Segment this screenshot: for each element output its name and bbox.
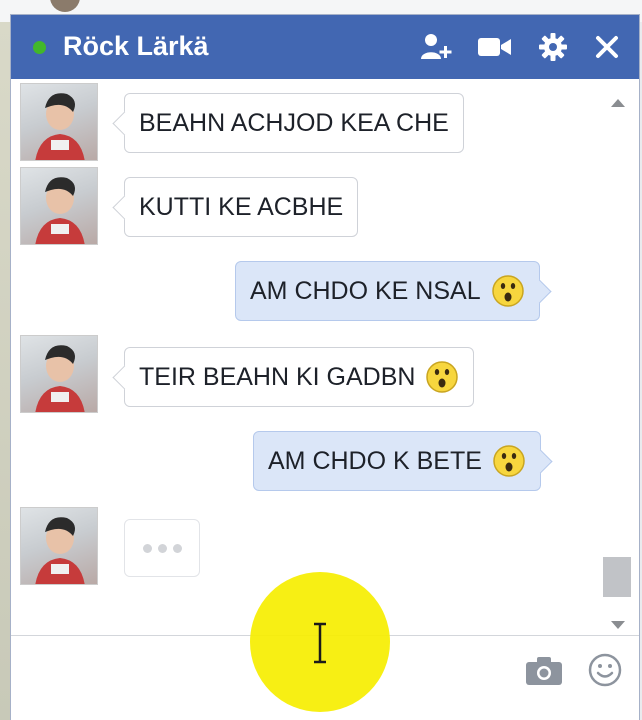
surprised-emoji-icon <box>493 445 525 477</box>
scroll-down-arrow-icon[interactable] <box>611 621 625 629</box>
sender-avatar[interactable] <box>20 335 98 413</box>
message-list[interactable]: BEAHN ACHJOD KEA CHE KUTTI KE ACBHE AM C… <box>11 79 639 635</box>
surprised-emoji-icon <box>491 275 524 307</box>
smiley-icon[interactable] <box>587 652 623 693</box>
message-text: BEAHN ACHJOD KEA CHE <box>139 108 449 137</box>
outgoing-message[interactable]: AM CHDO KE NSAL <box>235 261 540 321</box>
typing-dot <box>172 543 182 553</box>
online-status-icon <box>33 41 46 54</box>
message-text: AM CHDO KE NSAL <box>250 276 481 305</box>
incoming-message[interactable]: KUTTI KE ACBHE <box>124 177 359 237</box>
background-avatar <box>50 0 80 12</box>
typing-indicator <box>124 519 200 577</box>
message-text: TEIR BEAHN KI GADBN <box>139 362 416 391</box>
add-friend-icon[interactable] <box>419 29 455 65</box>
surprised-emoji-icon <box>426 361 459 393</box>
video-call-icon[interactable] <box>477 29 513 65</box>
chat-title[interactable]: Röck Lärkä <box>63 31 209 62</box>
sender-avatar[interactable] <box>20 507 98 585</box>
message-text: KUTTI KE ACBHE <box>139 192 344 221</box>
typing-dot <box>157 543 167 553</box>
sender-avatar[interactable] <box>20 167 98 245</box>
scroll-up-arrow-icon[interactable] <box>611 99 625 107</box>
incoming-message[interactable]: TEIR BEAHN KI GADBN <box>124 347 475 407</box>
scrollbar-thumb[interactable] <box>603 557 631 597</box>
text-cursor-icon <box>314 622 326 664</box>
message-scrollbar[interactable] <box>603 81 633 629</box>
message-text: AM CHDO K BETE <box>268 446 482 475</box>
background-page-edge <box>0 22 10 720</box>
incoming-message[interactable]: BEAHN ACHJOD KEA CHE <box>124 93 464 153</box>
close-icon[interactable] <box>589 29 625 65</box>
typing-dot <box>142 543 152 553</box>
gear-icon[interactable] <box>535 29 571 65</box>
chat-titlebar[interactable]: Röck Lärkä <box>11 15 639 79</box>
sender-avatar[interactable] <box>20 83 98 161</box>
outgoing-message[interactable]: AM CHDO K BETE <box>253 431 541 491</box>
camera-icon[interactable] <box>525 656 563 691</box>
